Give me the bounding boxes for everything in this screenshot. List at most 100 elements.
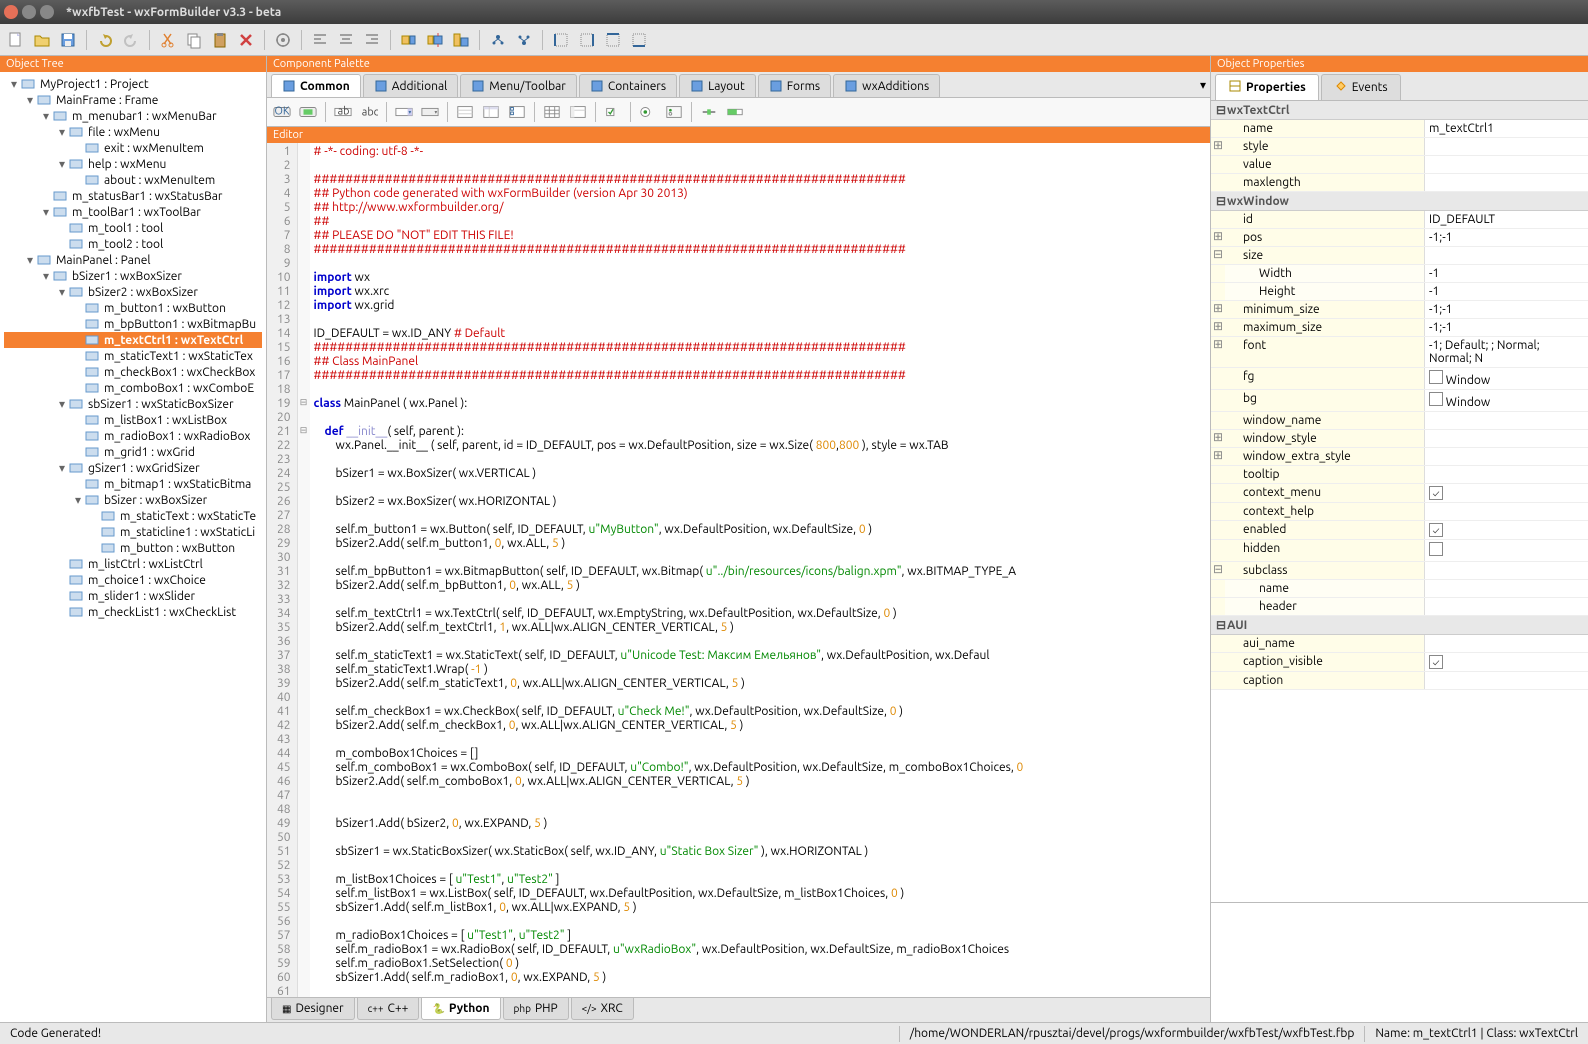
prop-row[interactable]: ⊟subclass	[1211, 562, 1588, 580]
palette-more-icon[interactable]: ▾	[1200, 78, 1206, 92]
prop-row[interactable]: header	[1211, 598, 1588, 616]
prop-value[interactable]	[1425, 562, 1588, 579]
button-palette-icon[interactable]: OK	[271, 102, 293, 122]
prop-value[interactable]	[1425, 174, 1588, 191]
expand-icon[interactable]	[397, 28, 421, 52]
grid-palette-icon[interactable]	[541, 102, 563, 122]
prop-value[interactable]: ID_DEFAULT	[1425, 211, 1588, 228]
tree-node[interactable]: ▾MainPanel : Panel	[4, 252, 262, 268]
prop-row[interactable]: caption_visible✓	[1211, 653, 1588, 672]
choice-palette-icon[interactable]	[419, 102, 441, 122]
prop-row[interactable]: idID_DEFAULT	[1211, 211, 1588, 229]
proportion-icon[interactable]	[449, 28, 473, 52]
expand-icon[interactable]: ▾	[56, 157, 68, 171]
tree-node[interactable]: m_button : wxButton	[4, 540, 262, 556]
expand-icon[interactable]: ▾	[24, 253, 36, 267]
palette-tab-layout[interactable]: Layout	[679, 74, 756, 97]
copy-icon[interactable]	[182, 28, 206, 52]
checklist-palette-icon[interactable]	[506, 102, 528, 122]
prop-row[interactable]: context_help	[1211, 503, 1588, 521]
tree-node[interactable]: ▾help : wxMenu	[4, 156, 262, 172]
tree-node[interactable]: m_slider1 : wxSlider	[4, 588, 262, 604]
tree-node[interactable]: m_staticText : wxStaticTe	[4, 508, 262, 524]
prop-value[interactable]: -1;-1	[1425, 301, 1588, 318]
tree-node[interactable]: m_tool2 : tool	[4, 236, 262, 252]
stretch-icon[interactable]	[423, 28, 447, 52]
property-grid[interactable]: ⊟wxTextCtrlnamem_textCtrl1⊞stylevaluemax…	[1211, 101, 1588, 902]
checkbox-icon[interactable]	[1429, 392, 1443, 406]
tree-node[interactable]: about : wxMenuItem	[4, 172, 262, 188]
expand-icon[interactable]: ⊞	[1211, 138, 1225, 155]
prop-value[interactable]	[1425, 430, 1588, 447]
prop-value[interactable]: ✓	[1425, 653, 1588, 671]
prop-value[interactable]	[1425, 540, 1588, 561]
prop-row[interactable]: Width-1	[1211, 265, 1588, 283]
tree-node[interactable]: m_listBox1 : wxListBox	[4, 412, 262, 428]
expand-icon[interactable]: ⊞	[1211, 319, 1225, 336]
expand-icon[interactable]: ⊞	[1211, 337, 1225, 367]
prop-category[interactable]: ⊟wxWindow	[1211, 192, 1588, 211]
prop-row[interactable]: ⊟size	[1211, 247, 1588, 265]
expand-icon[interactable]: ⊟	[1211, 247, 1225, 264]
expand-icon[interactable]: ▾	[40, 269, 52, 283]
delete-icon[interactable]	[234, 28, 258, 52]
prop-row[interactable]: bg Window	[1211, 390, 1588, 412]
listbox-palette-icon[interactable]	[454, 102, 476, 122]
prop-row[interactable]: ⊞minimum_size-1;-1	[1211, 301, 1588, 319]
data-view-palette-icon[interactable]	[567, 102, 589, 122]
editor-tab-xrc[interactable]: </>XRC	[571, 998, 634, 1020]
expand-icon[interactable]: ▾	[24, 93, 36, 107]
prop-value[interactable]	[1425, 598, 1588, 615]
prop-value[interactable]	[1425, 247, 1588, 264]
slider-palette-icon[interactable]	[698, 102, 720, 122]
palette-tab-wxadditions[interactable]: wxAdditions	[833, 74, 940, 97]
expand-icon[interactable]: ▾	[56, 285, 68, 299]
prop-value[interactable]	[1425, 635, 1588, 652]
expand-icon[interactable]: ▾	[56, 397, 68, 411]
paste-icon[interactable]	[208, 28, 232, 52]
prop-value[interactable]: -1	[1425, 283, 1588, 300]
undo-icon[interactable]	[93, 28, 117, 52]
editor-tab-php[interactable]: phpPHP	[503, 998, 569, 1020]
tree-node[interactable]: m_choice1 : wxChoice	[4, 572, 262, 588]
gauge-palette-icon[interactable]	[724, 102, 746, 122]
prop-value[interactable]: ✓	[1425, 484, 1588, 502]
border-top-icon[interactable]	[601, 28, 625, 52]
prop-value[interactable]	[1425, 156, 1588, 173]
expand-icon[interactable]: ▾	[72, 493, 84, 507]
listctrl-palette-icon[interactable]	[480, 102, 502, 122]
checkbox-palette-icon[interactable]	[602, 102, 624, 122]
expand-icon[interactable]: ⊞	[1211, 448, 1225, 465]
prop-value[interactable]: -1; Default; ; Normal; Normal; N	[1425, 337, 1588, 367]
align-left-icon[interactable]	[308, 28, 332, 52]
tree-node[interactable]: m_comboBox1 : wxComboE	[4, 380, 262, 396]
expand-icon[interactable]: ▾	[40, 109, 52, 123]
tree-node[interactable]: m_staticline1 : wxStaticLi	[4, 524, 262, 540]
window-maximize-icon[interactable]	[40, 5, 54, 19]
tree-node[interactable]: ▾m_menubar1 : wxMenuBar	[4, 108, 262, 124]
align-right-icon[interactable]	[360, 28, 384, 52]
save-file-icon[interactable]	[56, 28, 80, 52]
expand-icon[interactable]: ▾	[8, 77, 20, 91]
object-tree[interactable]: ▾MyProject1 : Project▾MainFrame : Frame▾…	[0, 72, 266, 1022]
palette-tab-menu-toolbar[interactable]: Menu/Toolbar	[460, 74, 577, 97]
expand-icon[interactable]: ⊟	[1215, 618, 1227, 632]
expand-icon[interactable]: ⊞	[1211, 301, 1225, 318]
prop-value[interactable]	[1425, 503, 1588, 520]
window-close-icon[interactable]	[4, 5, 18, 19]
prop-row[interactable]: ⊞window_extra_style	[1211, 448, 1588, 466]
prop-tab-properties[interactable]: Properties	[1215, 74, 1319, 100]
prop-row[interactable]: fg Window	[1211, 368, 1588, 390]
tree-node[interactable]: m_checkBox1 : wxCheckBox	[4, 364, 262, 380]
checkbox-icon[interactable]	[1429, 542, 1443, 556]
prop-row[interactable]: caption	[1211, 672, 1588, 690]
prop-value[interactable]: -1;-1	[1425, 319, 1588, 336]
prop-category[interactable]: ⊟wxTextCtrl	[1211, 101, 1588, 120]
expand-icon[interactable]: ⊟	[1215, 194, 1227, 208]
editor-tab-designer[interactable]: ▦Designer	[271, 998, 355, 1020]
radiobox-palette-icon[interactable]	[663, 102, 685, 122]
prop-row[interactable]: maxlength	[1211, 174, 1588, 192]
prop-row[interactable]: namem_textCtrl1	[1211, 120, 1588, 138]
tree-node[interactable]: m_textCtrl1 : wxTextCtrl	[4, 332, 262, 348]
align-center-icon[interactable]	[334, 28, 358, 52]
